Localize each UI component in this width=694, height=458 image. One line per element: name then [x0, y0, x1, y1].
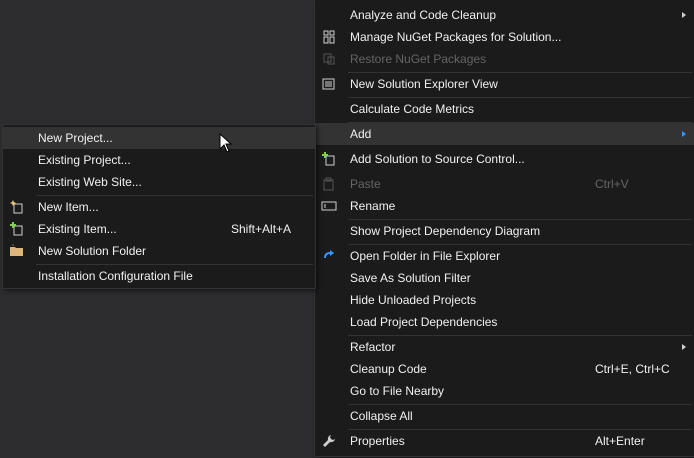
menu-item-label: Restore NuGet Packages: [350, 52, 487, 66]
menu-item-refactor[interactable]: Refactor: [315, 336, 694, 358]
menu-item-label: Installation Configuration File: [38, 269, 193, 283]
submenu-item-existing-website[interactable]: Existing Web Site...: [3, 171, 315, 193]
menu-item-project-dependency-diagram[interactable]: Show Project Dependency Diagram: [315, 220, 694, 242]
paste-icon: [323, 177, 334, 191]
menu-item-collapse-all[interactable]: Collapse All: [315, 405, 694, 427]
menu-item-add[interactable]: Add: [315, 123, 694, 145]
submenu-arrow-icon: [682, 131, 686, 137]
menu-item-label: New Solution Explorer View: [350, 77, 498, 91]
menu-item-calculate-code-metrics[interactable]: Calculate Code Metrics: [315, 98, 694, 120]
menu-item-manage-nuget[interactable]: Manage NuGet Packages for Solution...: [315, 26, 694, 48]
menu-item-label: Paste: [350, 177, 381, 191]
submenu-item-installation-config[interactable]: Installation Configuration File: [3, 265, 315, 287]
menu-item-shortcut: Ctrl+E, Ctrl+C: [595, 362, 670, 376]
menu-item-label: Analyze and Code Cleanup: [350, 8, 497, 22]
menu-item-label: Open Folder in File Explorer: [350, 249, 501, 263]
menu-item-label: Go to File Nearby: [350, 384, 445, 398]
menu-item-shortcut: Ctrl+V: [595, 177, 629, 191]
rename-icon: [321, 201, 337, 211]
menu-item-add-source-control[interactable]: Add Solution to Source Control...: [315, 148, 694, 170]
menu-item-label: New Project...: [38, 131, 113, 145]
menu-item-label: Existing Project...: [38, 153, 131, 167]
restore-packages-icon: [323, 53, 335, 65]
menu-item-paste[interactable]: Paste Ctrl+V: [315, 173, 694, 195]
menu-item-load-project-dependencies[interactable]: Load Project Dependencies: [315, 311, 694, 333]
menu-item-go-to-file-nearby[interactable]: Go to File Nearby: [315, 380, 694, 402]
menu-item-label: Existing Web Site...: [38, 175, 142, 189]
existing-item-icon: [10, 222, 23, 236]
wrench-icon: [323, 435, 335, 447]
submenu-item-existing-item[interactable]: Existing Item... Shift+Alt+A: [3, 218, 315, 240]
add-source-control-icon: [322, 152, 335, 166]
nuget-packages-icon: [323, 30, 335, 44]
menu-item-label: Show Project Dependency Diagram: [350, 224, 541, 238]
menu-item-label: Cleanup Code: [350, 362, 427, 376]
folder-icon: [10, 244, 23, 256]
menu-item-label: Rename: [350, 199, 396, 213]
solution-context-menu: Analyze and Code Cleanup Manage NuGet Pa…: [314, 0, 694, 457]
menu-item-label: Manage NuGet Packages for Solution...: [350, 30, 562, 44]
menu-item-label: Calculate Code Metrics: [350, 102, 475, 116]
submenu-item-new-item[interactable]: New Item...: [3, 196, 315, 218]
menu-item-new-solution-explorer-view[interactable]: New Solution Explorer View: [315, 73, 694, 95]
menu-item-label: Add Solution to Source Control...: [350, 152, 525, 166]
menu-item-label: Add: [350, 127, 372, 141]
new-item-icon: [10, 200, 23, 214]
solution-view-icon: [322, 78, 335, 90]
menu-item-shortcut: Shift+Alt+A: [231, 222, 292, 236]
menu-item-label: Existing Item...: [38, 222, 117, 236]
menu-item-label: New Item...: [38, 200, 99, 214]
menu-item-hide-unloaded-projects[interactable]: Hide Unloaded Projects: [315, 289, 694, 311]
submenu-arrow-icon: [682, 12, 686, 18]
submenu-item-existing-project[interactable]: Existing Project...: [3, 149, 315, 171]
add-submenu: New Project... Existing Project... Exist…: [2, 124, 316, 289]
menu-item-save-solution-filter[interactable]: Save As Solution Filter: [315, 267, 694, 289]
menu-item-open-folder[interactable]: Open Folder in File Explorer: [315, 245, 694, 267]
menu-item-label: Hide Unloaded Projects: [350, 293, 477, 307]
menu-item-rename[interactable]: Rename: [315, 195, 694, 217]
menu-item-properties[interactable]: Properties Alt+Enter: [315, 430, 694, 452]
submenu-item-new-solution-folder[interactable]: New Solution Folder: [3, 240, 315, 262]
menu-item-label: Save As Solution Filter: [350, 271, 471, 285]
menu-item-label: New Solution Folder: [38, 244, 147, 258]
submenu-arrow-icon: [682, 344, 686, 350]
submenu-item-new-project[interactable]: New Project...: [3, 127, 315, 149]
menu-item-label: Collapse All: [350, 409, 413, 423]
mouse-cursor-icon: [219, 133, 233, 153]
menu-item-restore-nuget[interactable]: Restore NuGet Packages: [315, 48, 694, 70]
menu-item-label: Properties: [350, 434, 405, 448]
menu-item-label: Load Project Dependencies: [350, 315, 498, 329]
menu-item-analyze[interactable]: Analyze and Code Cleanup: [315, 4, 694, 26]
refresh-arrow-icon: [324, 250, 334, 258]
menu-item-cleanup-code[interactable]: Cleanup Code Ctrl+E, Ctrl+C: [315, 358, 694, 380]
menu-item-shortcut: Alt+Enter: [595, 434, 645, 448]
menu-item-label: Refactor: [350, 340, 396, 354]
